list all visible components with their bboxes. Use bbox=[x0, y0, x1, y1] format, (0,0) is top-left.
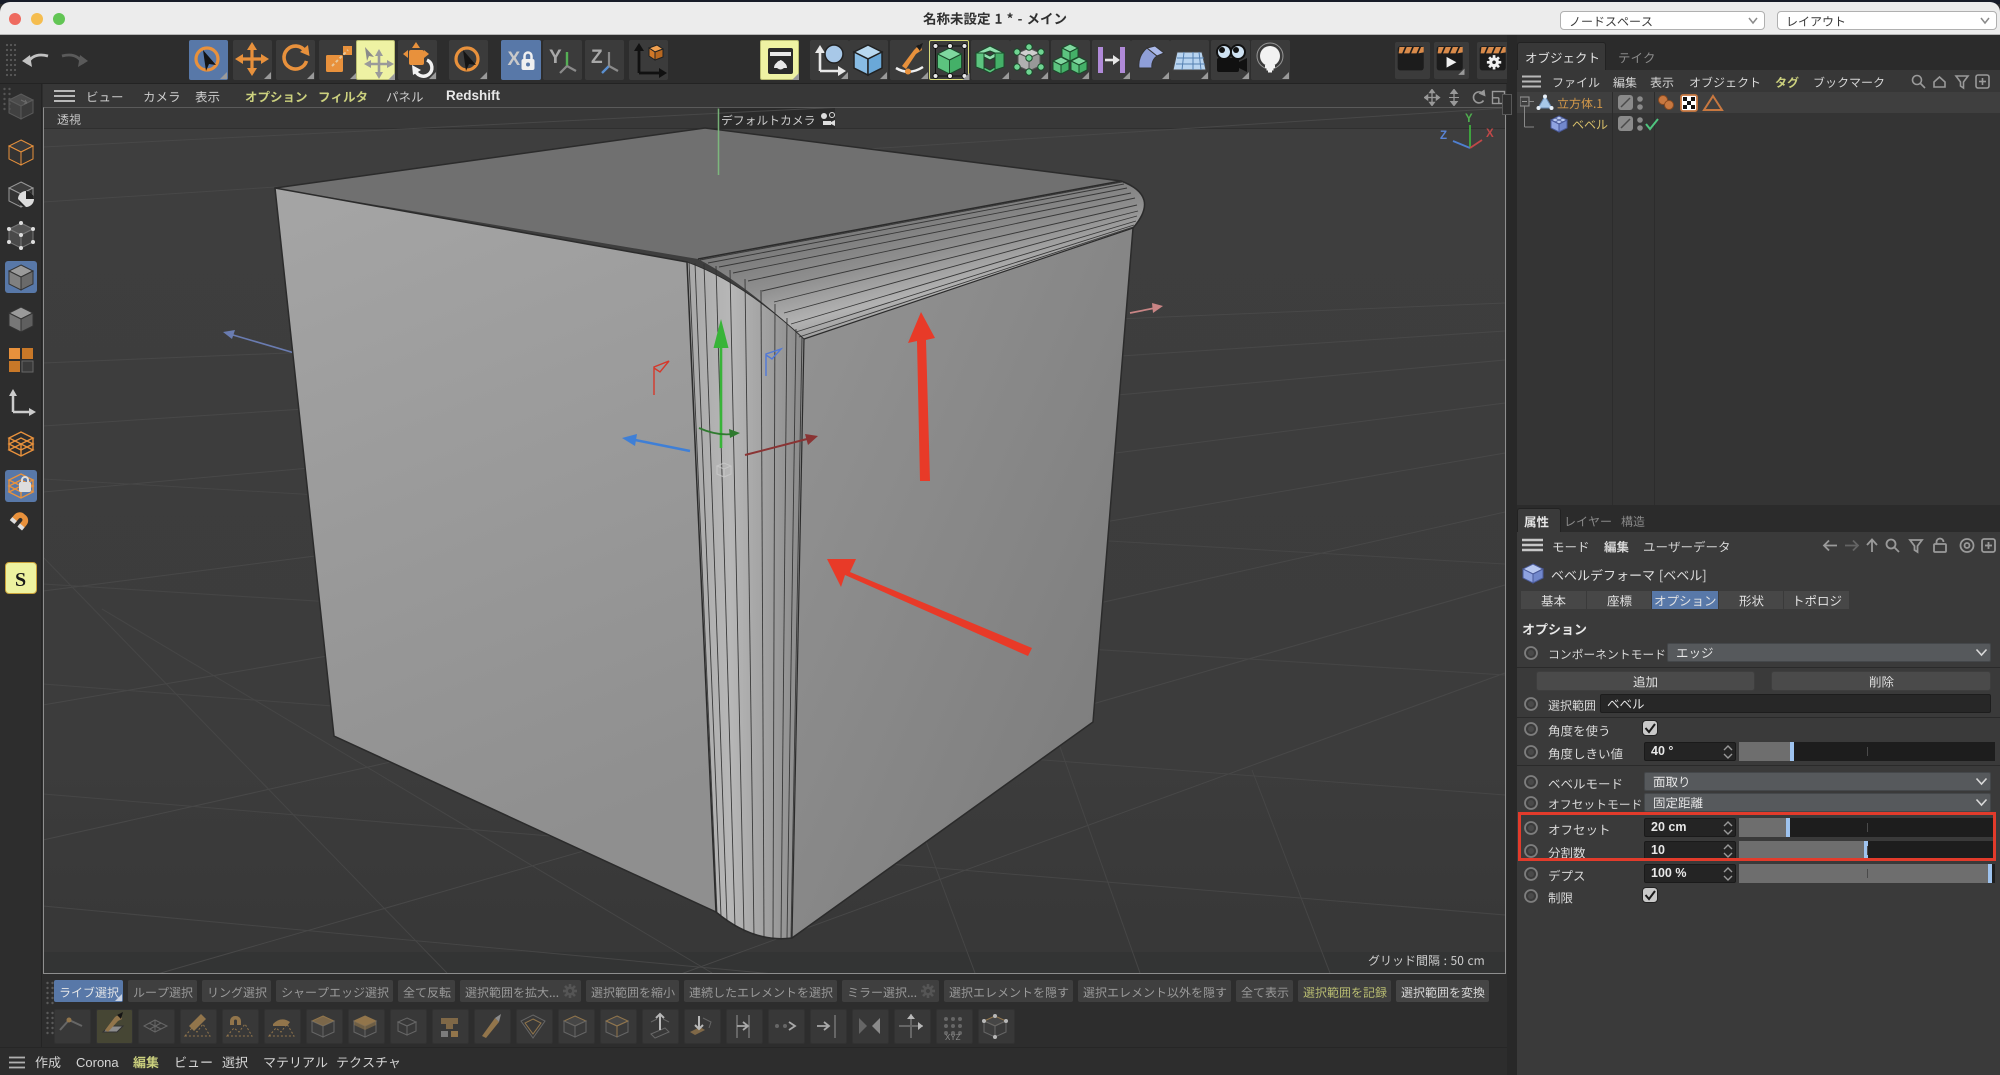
svg-text:Z: Z bbox=[591, 47, 603, 68]
svg-text:X: X bbox=[1486, 128, 1494, 140]
svg-text:Y: Y bbox=[1465, 113, 1473, 125]
svg-text:Y: Y bbox=[549, 47, 562, 68]
svg-text:Z: Z bbox=[1440, 130, 1447, 142]
svg-text:XYZ: XYZ bbox=[945, 1033, 961, 1042]
svg-text:X: X bbox=[508, 49, 521, 70]
svg-text:S: S bbox=[15, 569, 26, 591]
